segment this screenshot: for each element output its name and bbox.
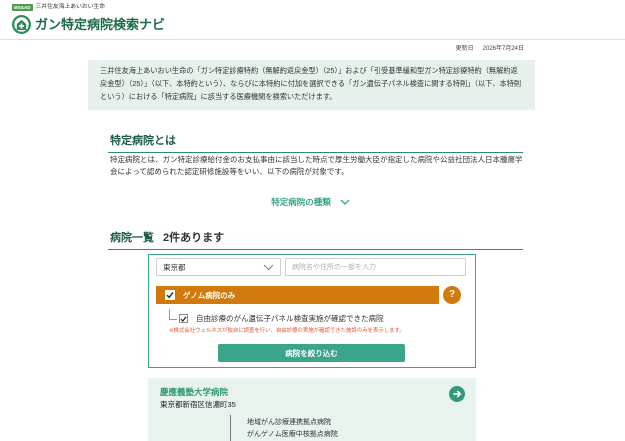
hospital-cross-icon: [12, 15, 31, 34]
chevron-down-icon: [340, 199, 350, 205]
designation-list: 地域がん診療連携拠点病院 がんゲノム医療中核拠点病院: [247, 417, 338, 441]
brand-badge: MS&AD: [12, 3, 33, 11]
about-text: 特定病院とは、ガン特定診療給付金のお支払事由に該当した時点で厚生労働大臣が指定し…: [110, 155, 523, 176]
result-count: 2件あります: [163, 232, 225, 244]
hospital-types-label: 特定病院の種類: [271, 197, 331, 207]
updated-label: 更新日: [455, 46, 474, 52]
hospital-card: 慶應義塾大学病院 東京都新宿区信濃町35 地域がん診療連携拠点病院 がんゲノム医…: [148, 378, 476, 441]
search-panel: 東京都 ゲノム病院のみ ? 自由診療のがん遺伝子パネル検査実施が確認できた病院: [148, 254, 476, 368]
self-pay-option[interactable]: 自由診療のがん遺伝子パネル検査実施が確認できた病院: [179, 313, 384, 324]
prefecture-value: 東京都: [163, 262, 186, 272]
updated-date: 更新日 2026年7月24日: [456, 45, 524, 53]
updated-value: 2026年7月24日: [482, 46, 524, 52]
hospital-address: 東京都新宿区信濃町35: [160, 400, 236, 409]
header-divider: [0, 39, 625, 40]
hospital-types-toggle[interactable]: 特定病院の種類: [271, 196, 350, 208]
site-logo-link[interactable]: ガン特定病院検索ナビ: [12, 15, 165, 34]
self-pay-note: ※株式会社ウェルネスが独自に調査を行い、自由診療の実施が確認できた施設のみを表示…: [169, 328, 405, 334]
hospital-list-heading: 病院一覧 2件あります: [108, 226, 523, 250]
hospital-list-title: 病院一覧: [110, 232, 154, 244]
checkmark-icon: [180, 315, 187, 322]
filter-submit-button[interactable]: 病院を絞り込む: [218, 344, 405, 362]
company-name: 三井住友海上あいおい生命: [35, 4, 106, 10]
tree-connector-icon: [169, 309, 177, 320]
checkmark-icon: [166, 292, 174, 299]
genome-only-label: ゲノム病院のみ: [183, 290, 236, 300]
self-pay-checkbox[interactable]: [179, 314, 188, 323]
page: MS&AD 三井住友海上あいおい生命 ガン特定病院検索ナビ 更新日 2026年7月…: [0, 0, 625, 441]
intro-text: 三井住友海上あいおい生命の「ガン特定診療特約（無解約返戻金型）（25）」および「…: [88, 60, 535, 110]
types-link-row: 特定病院の種類: [103, 192, 518, 210]
about-heading: 特定病院とは: [108, 129, 523, 153]
about-heading-text: 特定病院とは: [110, 135, 176, 147]
designation-divider: [230, 415, 231, 441]
prefecture-select[interactable]: 東京都: [156, 258, 281, 276]
hospital-name-link[interactable]: 慶應義塾大学病院: [160, 386, 228, 398]
chevron-down-icon: [263, 264, 274, 271]
genome-only-checkbox[interactable]: [165, 290, 175, 300]
keyword-input[interactable]: [285, 258, 466, 276]
brand-row: MS&AD 三井住友海上あいおい生命: [12, 3, 105, 11]
site-title: ガン特定病院検索ナビ: [35, 17, 166, 32]
designation-item: 地域がん診療連携拠点病院: [247, 419, 331, 426]
designation-item: がんゲノム医療中核拠点病院: [247, 431, 338, 438]
self-pay-label: 自由診療のがん遺伝子パネル検査実施が確認できた病院: [196, 314, 384, 323]
genome-help-button[interactable]: ?: [443, 286, 461, 304]
genome-only-option[interactable]: ゲノム病院のみ: [156, 286, 439, 304]
arrow-right-icon: [449, 386, 465, 402]
hospital-detail-button[interactable]: [449, 386, 465, 402]
